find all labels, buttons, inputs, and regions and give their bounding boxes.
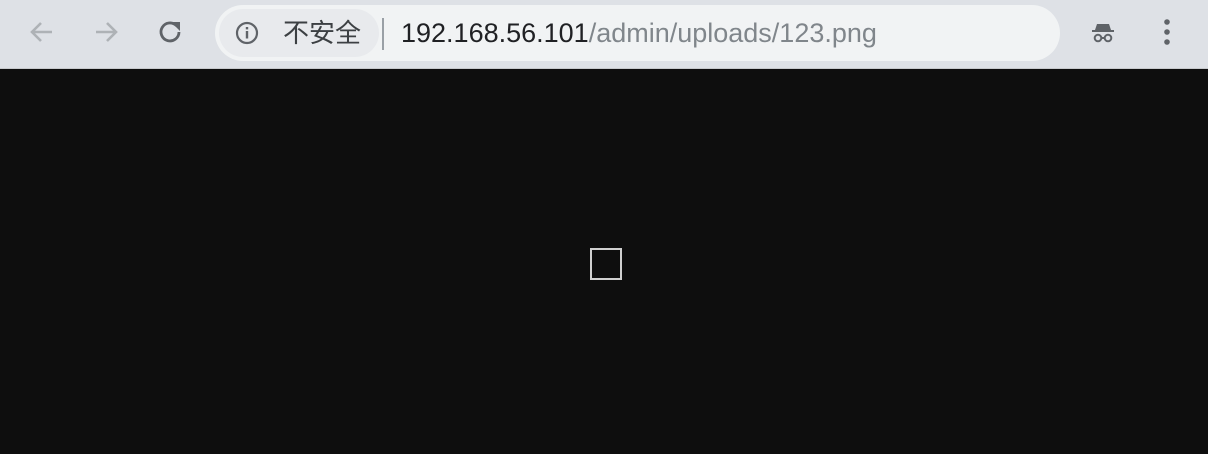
security-status-label: 不安全 — [283, 19, 362, 49]
incognito-button[interactable] — [1081, 10, 1125, 54]
reload-button[interactable] — [148, 10, 192, 54]
incognito-icon — [1092, 24, 1114, 43]
browser-menu-button[interactable] — [1145, 10, 1189, 54]
reload-icon — [159, 21, 181, 43]
omnibox[interactable]: 不安全 192.168.56.101/admin/uploads/123.png — [215, 5, 1060, 61]
arrow-right-icon — [96, 22, 118, 42]
broken-image-placeholder-icon — [590, 248, 622, 280]
url-text[interactable]: 192.168.56.101/admin/uploads/123.png — [401, 18, 877, 48]
url-host: 192.168.56.101 — [401, 18, 589, 48]
arrow-left-icon — [30, 22, 52, 42]
security-chip[interactable]: 不安全 — [219, 9, 379, 57]
page-viewport — [0, 70, 1208, 454]
info-icon — [235, 21, 259, 45]
forward-button[interactable] — [84, 10, 128, 54]
browser-toolbar: 不安全 192.168.56.101/admin/uploads/123.png — [0, 0, 1208, 69]
kebab-menu-icon — [1164, 19, 1170, 45]
omnibox-divider — [382, 18, 384, 50]
back-button[interactable] — [20, 10, 64, 54]
url-path: /admin/uploads/123.png — [588, 18, 877, 48]
